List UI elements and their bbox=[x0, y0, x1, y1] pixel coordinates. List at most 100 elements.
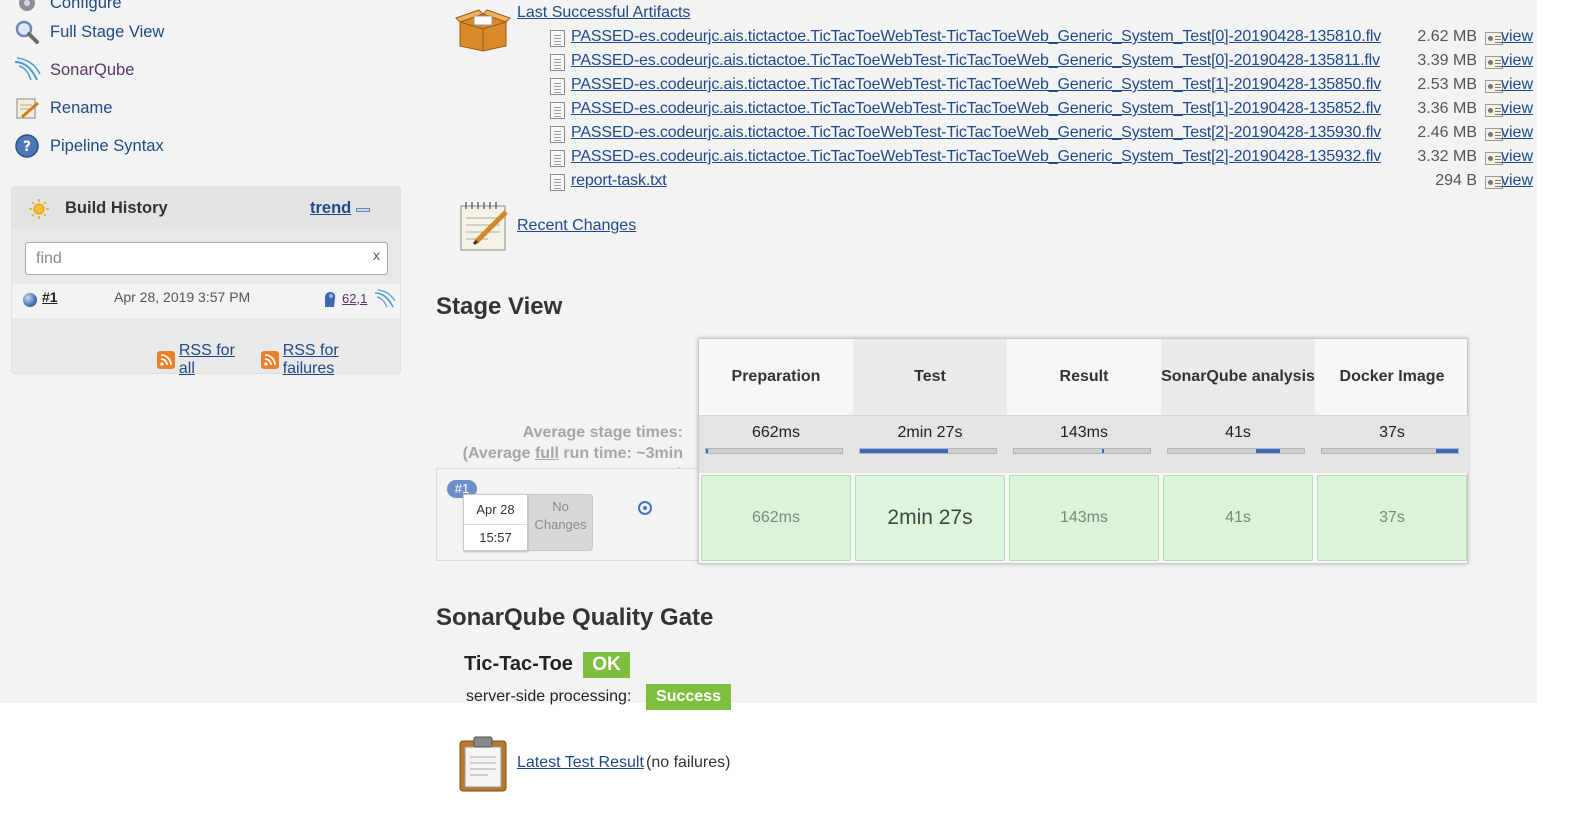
stage-column-sonarqube-analysis: SonarQube analysis 41s 41s bbox=[1161, 339, 1315, 563]
artifact-view-link[interactable]: view bbox=[1501, 124, 1533, 142]
sidebar-item-label: SonarQube bbox=[50, 60, 135, 79]
stage-cell[interactable]: 143ms bbox=[1009, 475, 1159, 561]
document-icon bbox=[550, 150, 565, 167]
stage-column-docker-image: Docker Image 37s 37s bbox=[1315, 339, 1469, 563]
build-date: Apr 28, 2019 3:57 PM bbox=[114, 289, 251, 305]
stage-average-time: 662ms bbox=[751, 424, 801, 441]
sidebar-item-label: Pipeline Syntax bbox=[50, 136, 164, 155]
stage-progress-fill bbox=[1256, 449, 1280, 453]
sonarqube-icon[interactable] bbox=[374, 289, 396, 314]
average-label-line: Average stage times: bbox=[522, 424, 683, 441]
sonarqube-icon bbox=[12, 55, 42, 85]
stage-cell[interactable]: 2min 27s bbox=[855, 475, 1005, 561]
stage-average: 37s bbox=[1315, 415, 1469, 473]
rss-all-link[interactable]: RSS for all bbox=[179, 342, 255, 378]
run-changes-box: No Changes bbox=[528, 494, 593, 551]
clear-search-button[interactable]: x bbox=[373, 247, 380, 263]
artifact-view-link[interactable]: view bbox=[1501, 172, 1533, 190]
sonar-badge-icon bbox=[322, 290, 338, 313]
quality-gate-status-badge: OK bbox=[583, 652, 630, 678]
document-icon bbox=[550, 102, 565, 119]
stage-view-title: Stage View bbox=[436, 293, 563, 320]
server-processing-status-badge: Success bbox=[646, 684, 731, 710]
stage-header: SonarQube analysis bbox=[1161, 339, 1315, 415]
document-icon bbox=[550, 78, 565, 95]
stage-progress-fill bbox=[1102, 449, 1104, 453]
artifact-file-link[interactable]: report-task.txt bbox=[571, 172, 667, 190]
stage-progress-fill bbox=[860, 449, 948, 453]
artifact-size: 3.39 MB bbox=[1417, 52, 1477, 69]
divider bbox=[464, 524, 527, 525]
sidebar-item-configure[interactable]: Configure bbox=[12, 0, 122, 18]
rss-failures-link[interactable]: RSS for failures bbox=[283, 342, 394, 378]
artifact-view-link[interactable]: view bbox=[1501, 76, 1533, 94]
build-sonar-link[interactable]: 62,1 bbox=[342, 291, 367, 306]
server-processing-label: server-side processing: bbox=[466, 688, 632, 705]
artifact-view-link[interactable]: view bbox=[1501, 148, 1533, 166]
stage-average: 143ms bbox=[1007, 415, 1161, 473]
build-search-field: x bbox=[25, 242, 388, 275]
sidebar-item-pipeline-syntax[interactable]: ? Pipeline Syntax bbox=[12, 131, 164, 161]
run-date: Apr 28 bbox=[476, 502, 515, 517]
stage-header: Test bbox=[853, 339, 1007, 415]
artifact-file-link[interactable]: PASSED-es.codeurjc.ais.tictactoe.TicTacT… bbox=[571, 28, 1381, 46]
build-number-link[interactable]: #1 bbox=[42, 289, 58, 305]
stage-header: Docker Image bbox=[1339, 368, 1445, 385]
stage-progress-bar bbox=[1167, 448, 1305, 454]
artifact-row: PASSED-es.codeurjc.ais.tictactoe.TicTacT… bbox=[550, 124, 1535, 146]
build-row: #1 Apr 28, 2019 3:57 PM 62,1 bbox=[12, 284, 400, 318]
document-icon bbox=[550, 30, 565, 47]
stage-column-preparation: Preparation 662ms 662ms bbox=[699, 339, 853, 563]
rss-links: RSS for all RSS for failures bbox=[157, 342, 400, 378]
last-successful-artifacts-link[interactable]: Last Successful Artifacts bbox=[517, 4, 690, 22]
document-icon bbox=[550, 126, 565, 143]
sidebar-item-sonarqube[interactable]: SonarQube bbox=[12, 55, 134, 85]
artifact-view-link[interactable]: view bbox=[1501, 52, 1533, 70]
artifact-row: PASSED-es.codeurjc.ais.tictactoe.TicTacT… bbox=[550, 148, 1535, 170]
run-info-icon[interactable] bbox=[638, 501, 652, 515]
latest-test-result-link[interactable]: Latest Test Result bbox=[517, 754, 644, 772]
average-run-prefix: (Average bbox=[462, 445, 535, 462]
stage-progress-bar bbox=[859, 448, 997, 454]
artifact-row: PASSED-es.codeurjc.ais.tictactoe.TicTacT… bbox=[550, 28, 1535, 50]
notepad-icon bbox=[12, 93, 42, 123]
magnifier-icon bbox=[12, 17, 42, 47]
artifact-file-link[interactable]: PASSED-es.codeurjc.ais.tictactoe.TicTacT… bbox=[571, 52, 1380, 70]
sidebar-item-full-stage-view[interactable]: Full Stage View bbox=[12, 17, 164, 47]
clipboard-icon bbox=[458, 735, 510, 798]
sidebar-item-label: Rename bbox=[50, 98, 113, 117]
artifact-view-link[interactable]: view bbox=[1501, 28, 1533, 46]
build-history-title: Build History bbox=[65, 199, 168, 217]
sidebar-item-rename[interactable]: Rename bbox=[12, 93, 112, 123]
build-status-ball-icon bbox=[23, 293, 37, 307]
artifact-file-link[interactable]: PASSED-es.codeurjc.ais.tictactoe.TicTacT… bbox=[571, 148, 1381, 166]
artifact-size: 3.32 MB bbox=[1417, 148, 1477, 165]
quality-gate-project[interactable]: Tic-Tac-Toe bbox=[464, 653, 573, 676]
artifact-view-link[interactable]: view bbox=[1501, 100, 1533, 118]
artifact-size: 2.46 MB bbox=[1417, 124, 1477, 141]
collapse-icon[interactable] bbox=[356, 208, 370, 212]
trend-link[interactable]: trend bbox=[310, 199, 351, 218]
stage-average: 662ms bbox=[699, 415, 853, 473]
artifact-file-link[interactable]: PASSED-es.codeurjc.ais.tictactoe.TicTacT… bbox=[571, 100, 1381, 118]
artifact-row: PASSED-es.codeurjc.ais.tictactoe.TicTacT… bbox=[550, 52, 1535, 74]
stage-cell[interactable]: 37s bbox=[1317, 475, 1467, 561]
artifact-file-link[interactable]: PASSED-es.codeurjc.ais.tictactoe.TicTacT… bbox=[571, 124, 1381, 142]
test-result-note: (no failures) bbox=[646, 754, 731, 771]
stage-cell[interactable]: 41s bbox=[1163, 475, 1313, 561]
stage-progress-bar bbox=[705, 448, 843, 454]
stage-column-test: Test 2min 27s 2min 27s bbox=[853, 339, 1007, 563]
stage-cell[interactable]: 662ms bbox=[701, 475, 851, 561]
stage-progress-fill bbox=[1436, 449, 1458, 453]
artifact-file-link[interactable]: PASSED-es.codeurjc.ais.tictactoe.TicTacT… bbox=[571, 76, 1381, 94]
document-icon bbox=[550, 54, 565, 71]
recent-changes-link[interactable]: Recent Changes bbox=[517, 217, 636, 235]
full-run-link[interactable]: full bbox=[535, 445, 559, 462]
document-icon bbox=[550, 174, 565, 191]
build-search-input[interactable] bbox=[26, 243, 356, 274]
stage-progress-bar bbox=[1321, 448, 1459, 454]
gear-icon bbox=[12, 0, 42, 18]
quality-gate-title: SonarQube Quality Gate bbox=[436, 604, 714, 631]
rss-icon bbox=[157, 351, 175, 369]
stage-average-time: 37s bbox=[1379, 424, 1405, 441]
